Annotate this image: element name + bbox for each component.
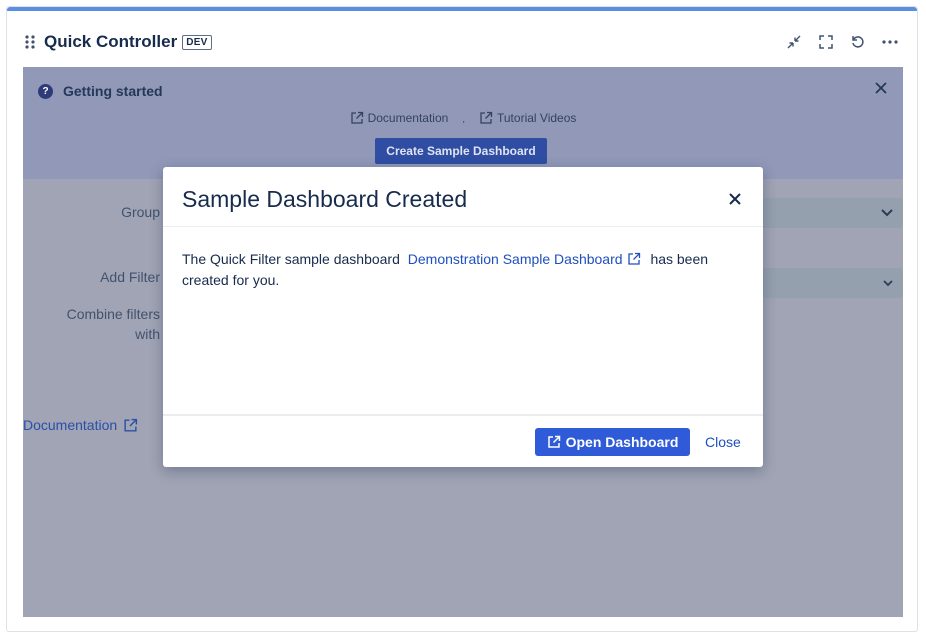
documentation-link[interactable]: Documentation	[23, 417, 138, 433]
dev-badge: DEV	[182, 34, 212, 50]
gadget-header: Quick Controller DEV	[24, 29, 900, 55]
close-dialog-link[interactable]: Close	[705, 434, 741, 450]
create-sample-dashboard-button[interactable]: Create Sample Dashboard	[375, 138, 547, 164]
add-filter-label: Add Filter	[100, 269, 160, 285]
help-icon: ?	[38, 83, 53, 99]
dialog-divider	[163, 226, 763, 227]
fullscreen-icon[interactable]	[816, 32, 836, 52]
header-actions	[784, 32, 900, 52]
link-separator: ·	[461, 114, 466, 128]
getting-started-banner: ? Getting started Documentation · Tutori…	[23, 67, 903, 179]
banner-links: Documentation · Tutorial Videos	[23, 111, 903, 128]
dialog-body: The Quick Filter sample dashboard Demons…	[182, 251, 709, 288]
refresh-icon[interactable]	[848, 32, 868, 52]
sample-dashboard-dialog: Sample Dashboard Created The Quick Filte…	[163, 167, 763, 467]
banner-title: ? Getting started	[38, 83, 163, 99]
external-link-icon	[480, 111, 493, 124]
external-link-icon	[547, 435, 560, 448]
add-filter-select[interactable]	[758, 268, 903, 298]
gadget-title: Quick Controller	[44, 32, 178, 51]
open-dashboard-button[interactable]: Open Dashboard	[535, 428, 690, 456]
external-link-icon	[627, 252, 640, 265]
panel-accent-bar	[7, 7, 917, 11]
external-link-icon	[350, 111, 363, 124]
dialog-header: Sample Dashboard Created	[182, 185, 747, 213]
drag-handle-icon[interactable]	[24, 34, 36, 50]
dialog-footer-divider	[163, 414, 763, 416]
more-icon[interactable]	[880, 32, 900, 52]
banner-documentation-link[interactable]: Documentation	[350, 111, 448, 125]
dialog-close-icon[interactable]	[723, 187, 747, 211]
group-select[interactable]	[758, 198, 903, 228]
dialog-title: Sample Dashboard Created	[182, 185, 468, 212]
banner-tutorial-link[interactable]: Tutorial Videos	[479, 111, 576, 125]
combine-filters-label: Combine filters with	[66, 306, 160, 342]
banner-close-icon[interactable]	[875, 81, 887, 99]
demonstration-dashboard-link[interactable]: Demonstration Sample Dashboard	[408, 251, 647, 267]
group-label: Group	[121, 204, 160, 220]
collapse-icon[interactable]	[784, 32, 804, 52]
external-link-icon	[124, 418, 138, 432]
banner-title-text: Getting started	[63, 83, 163, 99]
